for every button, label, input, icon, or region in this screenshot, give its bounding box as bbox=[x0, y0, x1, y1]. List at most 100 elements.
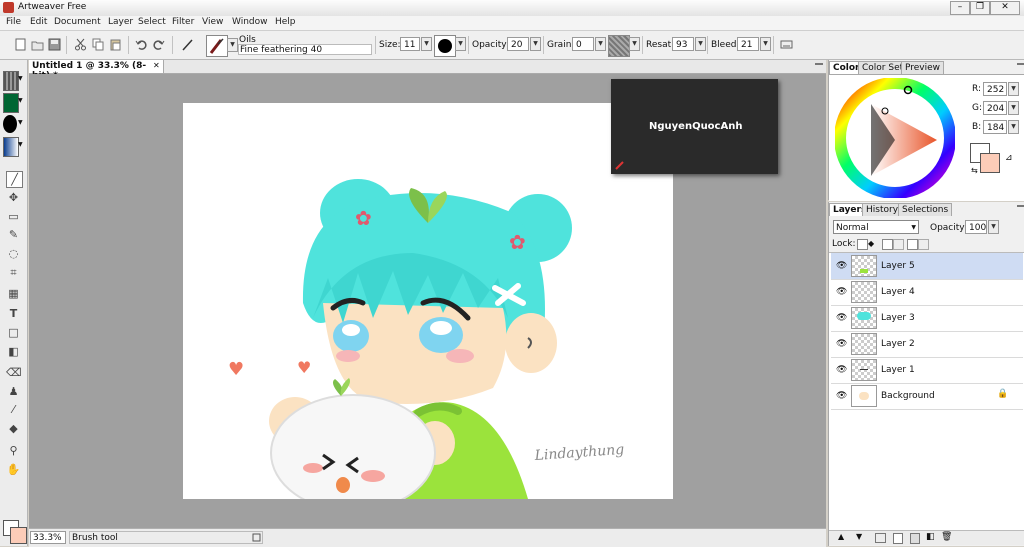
eye-icon[interactable]: 👁 bbox=[836, 365, 847, 375]
layer-opacity-input[interactable]: 100 bbox=[965, 220, 987, 234]
delete-layer-icon[interactable]: 🗑 bbox=[941, 532, 952, 542]
menu-filter[interactable]: Filter bbox=[172, 17, 194, 27]
blue-dropdown[interactable]: ▼ bbox=[1008, 120, 1019, 134]
close-button[interactable]: ✕ bbox=[990, 1, 1020, 15]
layer-row-background[interactable]: 👁 Background 🔒 bbox=[831, 383, 1023, 410]
rectangle-select-icon[interactable]: ▭ bbox=[6, 209, 21, 224]
resat-dropdown[interactable]: ▼ bbox=[695, 37, 706, 51]
copy-icon[interactable] bbox=[92, 38, 105, 51]
paste-icon[interactable] bbox=[109, 38, 122, 51]
menu-window[interactable]: Window bbox=[232, 17, 268, 27]
blue-input[interactable]: 184 bbox=[983, 120, 1007, 134]
shape-tool-icon[interactable]: □ bbox=[6, 325, 21, 340]
menu-layer[interactable]: Layer bbox=[108, 17, 133, 27]
resat-input[interactable]: 93 bbox=[672, 37, 694, 51]
perspective-icon[interactable]: ▦ bbox=[6, 286, 21, 301]
layer-row-layer-5[interactable]: 👁 Layer 5 bbox=[831, 253, 1023, 280]
menu-select[interactable]: Select bbox=[138, 17, 166, 27]
foreground-color-swatch[interactable] bbox=[980, 153, 1000, 173]
brush-tool-icon[interactable] bbox=[181, 38, 194, 51]
stamp-icon[interactable]: ♟ bbox=[6, 384, 21, 399]
brush-options-icon[interactable] bbox=[780, 38, 793, 51]
eraser-icon[interactable]: ⌫ bbox=[6, 365, 22, 380]
size-input[interactable]: 11 bbox=[400, 37, 420, 51]
brush-variant[interactable]: Fine feathering 40 bbox=[238, 44, 372, 55]
crop-icon[interactable]: ⌗ bbox=[6, 265, 21, 280]
bleed-input[interactable]: 21 bbox=[737, 37, 759, 51]
menu-file[interactable]: File bbox=[6, 17, 21, 27]
red-input[interactable]: 252 bbox=[983, 82, 1007, 96]
maximize-button[interactable]: ❐ bbox=[970, 1, 990, 15]
pattern-swatch[interactable] bbox=[3, 93, 19, 113]
lock-transparency-checkbox[interactable] bbox=[857, 239, 868, 250]
brush-preset-dropdown[interactable]: ▼ bbox=[227, 38, 238, 52]
redo-icon[interactable] bbox=[152, 38, 165, 51]
paint-bucket-icon[interactable]: ◆ bbox=[6, 421, 21, 436]
panel-menu-icon[interactable] bbox=[1017, 205, 1024, 211]
menu-help[interactable]: Help bbox=[275, 17, 296, 27]
gradient-swatch[interactable] bbox=[3, 137, 19, 157]
opacity-dropdown[interactable]: ▼ bbox=[530, 37, 541, 51]
brush-shape-preview[interactable] bbox=[434, 35, 456, 57]
undo-icon[interactable] bbox=[135, 38, 148, 51]
tab-preview[interactable]: Preview bbox=[901, 61, 945, 74]
menu-document[interactable]: Document bbox=[54, 17, 101, 27]
brush-tool-icon[interactable]: ╱ bbox=[6, 171, 23, 188]
grain-input[interactable]: 0 bbox=[572, 37, 594, 51]
panel-menu-icon[interactable] bbox=[1017, 63, 1024, 69]
chevron-down-icon[interactable]: ▼ bbox=[18, 141, 23, 148]
layer-mask-icon[interactable]: ◧ bbox=[926, 532, 935, 542]
bleed-dropdown[interactable]: ▼ bbox=[760, 37, 771, 51]
document-tab[interactable]: Untitled 1 @ 33.3% (8-bit) * ✕ bbox=[29, 60, 164, 81]
tab-history[interactable]: History bbox=[862, 203, 903, 216]
tab-color-set[interactable]: Color Set bbox=[858, 61, 908, 74]
layer-row-layer-2[interactable]: 👁 Layer 2 bbox=[831, 331, 1023, 358]
gradient-tool-icon[interactable]: ◧ bbox=[6, 344, 21, 359]
grain-dropdown[interactable]: ▼ bbox=[595, 37, 606, 51]
duplicate-layer-icon[interactable] bbox=[910, 533, 920, 544]
eye-icon[interactable]: 👁 bbox=[836, 339, 847, 349]
paper-texture-dropdown[interactable]: ▼ bbox=[629, 37, 640, 51]
brush-shape-dropdown[interactable]: ▼ bbox=[455, 37, 466, 51]
paper-texture-preview[interactable] bbox=[608, 35, 630, 57]
red-dropdown[interactable]: ▼ bbox=[1008, 82, 1019, 96]
blend-mode-select[interactable]: Normal ▼ bbox=[833, 220, 919, 234]
lock-alpha-checkbox[interactable] bbox=[907, 239, 918, 250]
paper-swatch[interactable] bbox=[3, 71, 19, 91]
layer-row-layer-3[interactable]: 👁 Layer 3 bbox=[831, 305, 1023, 332]
opacity-input[interactable]: 20 bbox=[507, 37, 529, 51]
hand-icon[interactable]: ✋ bbox=[6, 462, 21, 477]
layer-opacity-dropdown[interactable]: ▼ bbox=[988, 220, 999, 234]
zoom-icon[interactable]: ⚲ bbox=[6, 443, 21, 458]
panel-menu-icon[interactable] bbox=[815, 63, 823, 70]
zoom-field[interactable]: 33.3% bbox=[30, 531, 66, 544]
brush-preset-thumbnail[interactable] bbox=[206, 35, 228, 57]
document-info-icon[interactable] bbox=[252, 533, 261, 542]
chevron-down-icon[interactable]: ▼ bbox=[18, 75, 23, 82]
move-tool-icon[interactable]: ✥ bbox=[6, 190, 21, 205]
chevron-down-icon[interactable]: ▼ bbox=[18, 119, 23, 126]
minimize-button[interactable]: – bbox=[950, 1, 970, 15]
lock-pixels-checkbox[interactable] bbox=[882, 239, 893, 250]
cut-icon[interactable] bbox=[74, 38, 87, 51]
new-folder-icon[interactable] bbox=[875, 533, 886, 543]
tab-selections[interactable]: Selections bbox=[898, 203, 953, 216]
eye-icon[interactable]: 👁 bbox=[836, 391, 847, 401]
foreground-color-swatch[interactable] bbox=[10, 527, 27, 544]
color-wheel[interactable] bbox=[835, 78, 955, 198]
eyedropper-icon[interactable]: ⁄ bbox=[6, 402, 21, 417]
menu-view[interactable]: View bbox=[202, 17, 223, 27]
size-dropdown[interactable]: ▼ bbox=[421, 37, 432, 51]
layer-row-layer-1[interactable]: 👁 Layer 1 bbox=[831, 357, 1023, 384]
chevron-down-icon[interactable]: ▼ bbox=[18, 97, 23, 104]
magic-wand-icon[interactable]: ✎ bbox=[6, 227, 21, 242]
eye-icon[interactable]: 👁 bbox=[836, 313, 847, 323]
layer-row-layer-4[interactable]: 👁 Layer 4 bbox=[831, 279, 1023, 306]
save-icon[interactable] bbox=[48, 38, 61, 51]
move-layer-up-icon[interactable]: ▲ bbox=[838, 532, 844, 541]
eye-icon[interactable]: 👁 bbox=[836, 261, 847, 271]
text-tool-icon[interactable]: T bbox=[6, 306, 21, 321]
new-file-icon[interactable] bbox=[14, 38, 27, 51]
brush-shape-swatch[interactable] bbox=[3, 115, 17, 133]
new-layer-icon[interactable] bbox=[893, 533, 903, 544]
